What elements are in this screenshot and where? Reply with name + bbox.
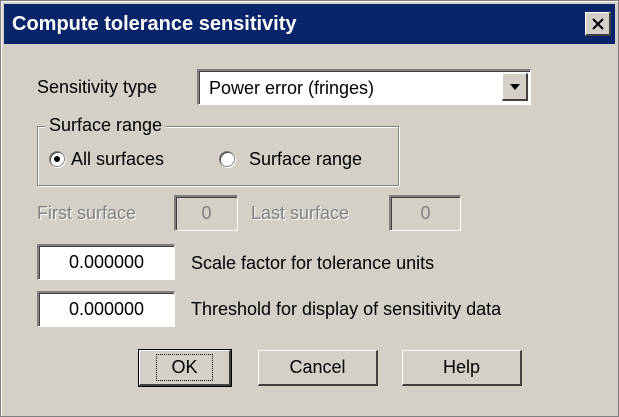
- threshold-label: Threshold for display of sensitivity dat…: [191, 299, 502, 319]
- sensitivity-type-value: Power error (fringes): [209, 78, 375, 98]
- scale-factor-input[interactable]: 0.000000: [37, 244, 175, 280]
- first-surface-value: 0: [201, 203, 212, 223]
- cancel-button-label: Cancel: [289, 357, 346, 377]
- last-surface-value: 0: [420, 203, 431, 223]
- last-surface-field[interactable]: 0: [389, 195, 461, 231]
- radio-all-surfaces[interactable]: [49, 151, 65, 167]
- ok-button[interactable]: OK: [138, 349, 232, 387]
- ok-button-label: OK: [156, 354, 213, 381]
- sensitivity-type-select[interactable]: Power error (fringes): [197, 69, 531, 105]
- dialog-window: Compute tolerance sensitivity Sensitivit…: [0, 0, 619, 417]
- last-surface-label: Last surface: [251, 203, 350, 223]
- scale-factor-label: Scale factor for tolerance units: [191, 253, 435, 273]
- radio-all-surfaces-label[interactable]: All surfaces: [71, 149, 164, 170]
- threshold-input[interactable]: 0.000000: [37, 291, 175, 327]
- scale-factor-value: 0.000000: [68, 252, 145, 272]
- help-button[interactable]: Help: [402, 350, 522, 386]
- threshold-value: 0.000000: [68, 299, 145, 319]
- radio-surface-range-label[interactable]: Surface range: [249, 149, 362, 170]
- title-bar: Compute tolerance sensitivity: [4, 4, 615, 44]
- radio-surface-range[interactable]: [219, 151, 235, 167]
- surface-range-group-title: Surface range: [45, 115, 167, 136]
- sensitivity-type-label: Sensitivity type: [37, 77, 158, 97]
- close-button[interactable]: [585, 12, 611, 36]
- chevron-down-icon: [509, 83, 520, 90]
- dialog-title: Compute tolerance sensitivity: [12, 13, 297, 35]
- help-button-label: Help: [442, 357, 481, 377]
- first-surface-field[interactable]: 0: [174, 195, 238, 231]
- dropdown-button[interactable]: [502, 73, 528, 101]
- close-icon: [591, 17, 604, 30]
- radio-selected-dot: [54, 156, 60, 162]
- cancel-button[interactable]: Cancel: [258, 350, 378, 386]
- first-surface-label: First surface: [37, 203, 137, 223]
